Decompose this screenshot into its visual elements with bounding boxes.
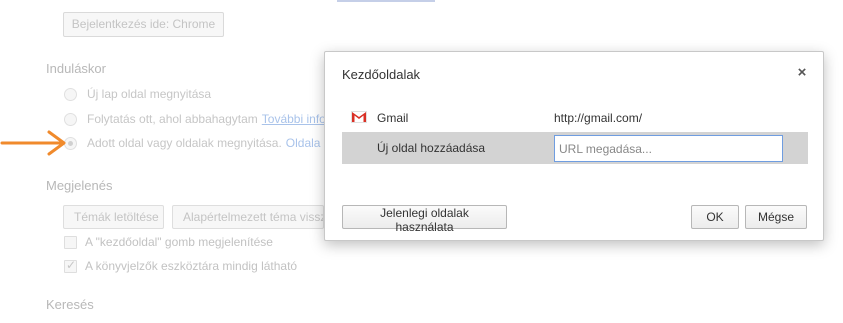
startup-option-continue[interactable]: Folytatás ott, ahol abbahagytam További …	[64, 111, 326, 127]
add-page-label: Új oldal hozzáadása	[377, 141, 486, 155]
close-icon[interactable]: ×	[795, 65, 809, 80]
list-item[interactable]: Gmail http://gmail.com/	[342, 104, 808, 131]
gmail-icon	[351, 111, 367, 123]
show-home-checkbox[interactable]	[64, 235, 77, 249]
show-home-button-option[interactable]: A "kezdőoldal" gomb megjelenítése	[64, 234, 273, 250]
radio-new-tab[interactable]	[64, 87, 77, 101]
startup-option-specific-pages[interactable]: Adott oldal vagy oldalak megnyitása. Old…	[64, 135, 320, 151]
annotation-arrow-icon	[0, 130, 66, 156]
cancel-button[interactable]: Mégse	[745, 205, 807, 229]
set-pages-link[interactable]: Oldala	[286, 136, 321, 150]
show-bookmarks-bar-option[interactable]: A könyvjelzők eszköztára mindig látható	[64, 258, 297, 274]
ok-button[interactable]: OK	[691, 205, 739, 229]
top-link-underline	[337, 0, 435, 2]
signin-chrome-button[interactable]: Bejelentkezés ide: Chrome	[63, 12, 224, 37]
url-input[interactable]	[554, 135, 783, 162]
bookmarks-bar-checkbox[interactable]	[64, 258, 77, 273]
reset-theme-button[interactable]: Alapértelmezett téma vissz	[172, 205, 324, 229]
checkbox-label: A "kezdőoldal" gomb megjelenítése	[85, 235, 273, 249]
dialog-title: Kezdőoldalak	[342, 67, 421, 82]
appearance-section-title: Megjelenés	[46, 178, 113, 193]
startup-section-title: Induláskor	[46, 61, 106, 76]
startup-option-label: Adott oldal vagy oldalak megnyitása.	[87, 136, 282, 150]
page-title: Gmail	[377, 110, 409, 125]
startup-pages-dialog: Kezdőoldalak × Gmail http://gmail.com/ Ú…	[324, 51, 824, 241]
radio-continue[interactable]	[64, 112, 77, 126]
checkbox-label: A könyvjelzők eszköztára mindig látható	[85, 259, 298, 273]
add-page-row[interactable]: Új oldal hozzáadása	[342, 132, 808, 164]
search-section-title: Keresés	[46, 297, 94, 312]
startup-pages-list: Gmail http://gmail.com/ Új oldal hozzáad…	[342, 104, 808, 164]
get-themes-button[interactable]: Témák letöltése	[63, 205, 164, 229]
use-current-pages-button[interactable]: Jelenlegi oldalak használata	[342, 205, 507, 234]
page-url: http://gmail.com/	[554, 110, 643, 125]
startup-option-label: Új lap oldal megnyitása	[87, 87, 212, 101]
startup-option-new-tab[interactable]: Új lap oldal megnyitása	[64, 86, 211, 102]
startup-option-label: Folytatás ott, ahol abbahagytam	[87, 112, 258, 126]
more-info-link[interactable]: További info	[262, 112, 326, 126]
